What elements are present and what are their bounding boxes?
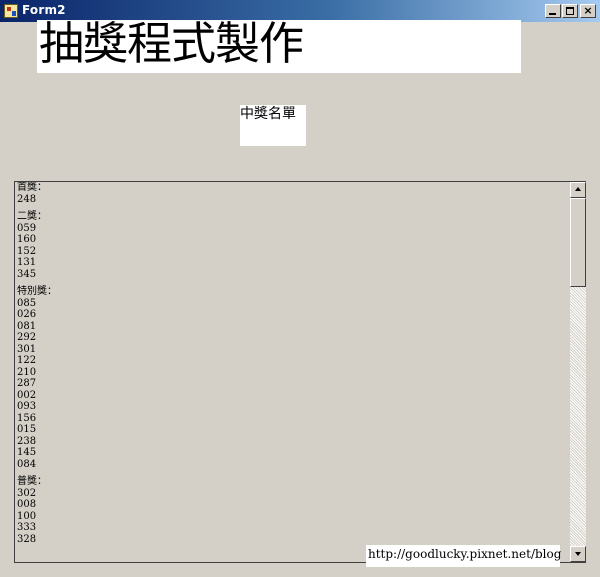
- winning-number: 152: [17, 245, 37, 257]
- scroll-down-button[interactable]: [570, 546, 586, 562]
- winning-number: 008: [17, 499, 37, 510]
- scroll-thumb[interactable]: [570, 198, 586, 287]
- blog-url: http://goodlucky.pixnet.net/blog: [368, 547, 562, 561]
- winning-number: 122: [17, 355, 37, 366]
- results-listbox[interactable]: 首獎： 248 二獎： 059 160 152 131 345 特別獎： 085 026 081 292…: [14, 181, 586, 563]
- prize-group-label: 普獎：: [17, 476, 47, 487]
- winning-number: 084: [17, 458, 37, 470]
- winning-number: 292: [17, 332, 37, 343]
- winning-number: 100: [17, 510, 37, 522]
- winning-number: 156: [17, 412, 37, 424]
- winning-number: 238: [17, 435, 37, 447]
- winning-number: 026: [17, 309, 37, 320]
- vertical-scrollbar[interactable]: [570, 182, 586, 562]
- minimize-button[interactable]: [545, 4, 561, 18]
- app-icon[interactable]: [4, 4, 18, 18]
- winning-number: 002: [17, 389, 37, 401]
- winning-number: 210: [17, 366, 37, 378]
- winners-label-box: 中獎名單: [240, 105, 306, 146]
- winning-number: 081: [17, 320, 37, 332]
- winning-number: 287: [17, 378, 37, 389]
- winning-number: 328: [17, 533, 37, 545]
- winning-number: 248: [17, 193, 37, 205]
- title-label-box: 抽獎程式製作: [37, 17, 521, 73]
- winning-number: 131: [17, 257, 37, 268]
- winning-number: 093: [17, 401, 37, 412]
- close-button[interactable]: ×: [580, 4, 596, 18]
- watermark-box: http://goodlucky.pixnet.net/blog: [366, 545, 562, 567]
- winning-number: 345: [17, 268, 37, 280]
- winning-number: 160: [17, 234, 37, 245]
- winning-number: 085: [17, 297, 37, 309]
- close-icon: ×: [583, 4, 593, 17]
- scroll-up-button[interactable]: [570, 182, 586, 198]
- maximize-button[interactable]: [562, 4, 578, 18]
- prize-group-label: 特別獎：: [17, 286, 57, 297]
- winning-number: 333: [17, 522, 37, 533]
- winning-number: 302: [17, 487, 37, 499]
- winning-number: 059: [17, 222, 37, 234]
- results-list: 首獎： 248 二獎： 059 160 152 131 345 特別獎： 085 026 081 292…: [17, 182, 57, 545]
- page-title: 抽獎程式製作: [39, 17, 304, 70]
- window-title: Form2: [22, 3, 66, 17]
- winning-number: 145: [17, 447, 37, 458]
- winners-label: 中獎名單: [240, 106, 296, 122]
- winning-number: 301: [17, 343, 37, 355]
- winning-number: 015: [17, 424, 37, 435]
- prize-group-label: 二獎：: [17, 211, 47, 222]
- prize-group-label: 首獎：: [17, 182, 47, 193]
